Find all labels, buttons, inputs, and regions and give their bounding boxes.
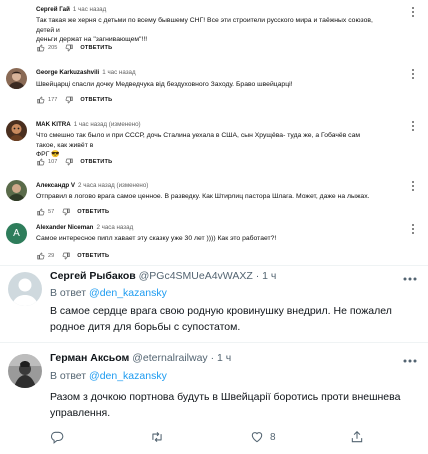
youtube-comments-section: Сергей Гай 1 час назад Так такая же херня… [0, 0, 428, 264]
tweet-actions: 8 [50, 430, 396, 446]
more-options-icon[interactable] [410, 120, 416, 132]
tweet-author-handle[interactable]: @eternalrailway [132, 352, 207, 364]
tweet-text: В самое сердце врага свою родную кровину… [50, 303, 412, 335]
more-options-icon[interactable] [410, 6, 416, 18]
avatar[interactable] [8, 354, 42, 388]
more-options-icon[interactable] [402, 276, 418, 282]
comment-text-line: Что смешно так было и при СССР, дочь Ста… [36, 132, 361, 149]
reply-to-mention[interactable]: @den_kazansky [89, 370, 167, 382]
tweet-header: Сергей Рыбаков @PGc4SMUeA4vWAXZ · 1 ч [50, 270, 276, 282]
tweet-author-name[interactable]: Сергей Рыбаков [50, 270, 136, 282]
like-action[interactable]: 8 [250, 430, 276, 444]
like-icon[interactable] [36, 96, 45, 105]
reply-context: В ответ @den_kazansky [50, 287, 167, 299]
like-icon[interactable] [36, 208, 45, 217]
like-icon[interactable] [36, 252, 45, 261]
comment-text: Швейцарці спасли дочку Медведчука від бе… [36, 80, 374, 90]
avatar[interactable] [8, 272, 42, 306]
reply-action[interactable] [50, 430, 64, 444]
comment-time[interactable]: 2 часа назад [96, 224, 133, 231]
more-options-icon[interactable] [402, 358, 418, 364]
tweet-text: Разом з дочкою портнова будуть в Швейцар… [50, 389, 412, 421]
more-options-icon[interactable] [410, 180, 416, 192]
dislike-icon[interactable] [61, 208, 70, 217]
avatar[interactable] [6, 120, 27, 141]
like-count: 8 [270, 431, 276, 443]
comment-text-line: Отправил в логово врага самое ценное. В … [36, 193, 370, 200]
tweet-text-line: В самое сердце врага свою родную кровину… [50, 305, 392, 317]
comment-text: Что смешно так было и при СССР, дочь Ста… [36, 131, 374, 160]
comment-actions: 57 ОТВЕТИТЬ [36, 207, 109, 217]
retweet-icon[interactable] [150, 430, 164, 444]
comment-actions: 205 ОТВЕТИТЬ [36, 43, 112, 53]
reply-icon[interactable] [50, 430, 64, 444]
comment-actions: 107 ОТВЕТИТЬ [36, 157, 112, 167]
tweet-time[interactable]: 1 ч [217, 352, 231, 364]
avatar-letter: A [13, 228, 20, 239]
dislike-icon[interactable] [64, 44, 73, 53]
dislike-icon[interactable] [61, 252, 70, 261]
separator-dot: · [255, 270, 260, 282]
tweet[interactable]: Герман Аксьом @eternalrailway · 1 ч В от… [0, 343, 428, 454]
like-icon[interactable] [36, 158, 45, 167]
comment-text: Так такая же херня с детьми по всему быв… [36, 16, 374, 45]
comment-author[interactable]: Сергей Гай [36, 6, 70, 13]
retweet-action[interactable] [150, 430, 164, 444]
comment-header: Александр V2 часа назад (изменено) [36, 182, 148, 189]
tweet-text-line: родное дитя для борьбы с супостатом. [50, 321, 241, 333]
like-count: 29 [48, 253, 55, 259]
comment-time[interactable]: 2 часа назад (изменено) [78, 182, 148, 189]
comment-time[interactable]: 1 час назад [73, 6, 106, 13]
comment-header: Сергей Гай 1 час назад [36, 6, 106, 13]
comment-header: Alexander Niceman 2 часа назад [36, 224, 133, 231]
reply-button[interactable]: ОТВЕТИТЬ [80, 45, 112, 51]
separator-dot: · [210, 352, 215, 364]
reply-button[interactable]: ОТВЕТИТЬ [77, 209, 109, 215]
comment-text: Отправил в логово врага самое ценное. В … [36, 192, 374, 202]
comment-text-line: Самое интересное пипл хавает эту сказку … [36, 235, 277, 242]
comment-text-line: Швейцарці спасли дочку Медведчука від бе… [36, 81, 293, 88]
tweet[interactable]: Сергей Рыбаков @PGc4SMUeA4vWAXZ · 1 ч В … [0, 266, 428, 342]
avatar[interactable] [6, 68, 27, 89]
like-count: 57 [48, 209, 55, 215]
tweet-author-name[interactable]: Герман Аксьом [50, 352, 129, 364]
more-options-icon[interactable] [410, 223, 416, 235]
tweet-text-line: Разом з дочкою портнова будуть в Швейцар… [50, 391, 401, 403]
avatar[interactable] [6, 180, 27, 201]
comment-actions: 29 ОТВЕТИТЬ [36, 251, 109, 261]
share-action[interactable] [350, 430, 364, 444]
reply-button[interactable]: ОТВЕТИТЬ [80, 97, 112, 103]
comment-text-line: Так такая же херня с детьми по всему быв… [36, 17, 373, 34]
share-icon[interactable] [350, 430, 364, 444]
like-icon[interactable] [36, 44, 45, 53]
like-count: 107 [48, 159, 58, 165]
comment-author[interactable]: Alexander Niceman [36, 224, 93, 231]
reply-context: В ответ @den_kazansky [50, 370, 167, 382]
like-count: 205 [48, 45, 58, 51]
comment-time[interactable]: 1 час назад [102, 69, 135, 76]
comment-header: George Karkuzashvili 1 час назад [36, 69, 136, 76]
more-options-icon[interactable] [410, 68, 416, 80]
tweet-author-handle[interactable]: @PGc4SMUeA4vWAXZ [139, 270, 253, 282]
reply-button[interactable]: ОТВЕТИТЬ [77, 253, 109, 259]
comment-author[interactable]: Александр V [36, 182, 75, 189]
avatar[interactable]: A [6, 223, 27, 244]
reply-to-mention[interactable]: @den_kazansky [89, 287, 167, 299]
comment-header: MAK KITRA 1 час назад (изменено) [36, 121, 141, 128]
tweet-time[interactable]: 1 ч [262, 270, 276, 282]
reply-prefix: В ответ [50, 287, 87, 299]
reply-button[interactable]: ОТВЕТИТЬ [80, 159, 112, 165]
comment-actions: 177 ОТВЕТИТЬ [36, 95, 112, 105]
heart-icon[interactable] [250, 430, 264, 444]
dislike-icon[interactable] [64, 96, 73, 105]
comment-author[interactable]: George Karkuzashvili [36, 69, 99, 76]
like-count: 177 [48, 97, 58, 103]
tweet-header: Герман Аксьом @eternalrailway · 1 ч [50, 352, 231, 364]
comment-text: Самое интересное пипл хавает эту сказку … [36, 234, 374, 244]
comment-time[interactable]: 1 час назад (изменено) [74, 121, 141, 128]
reply-prefix: В ответ [50, 370, 87, 382]
tweet-text-line: управлення. [50, 407, 111, 419]
dislike-icon[interactable] [64, 158, 73, 167]
comment-author[interactable]: MAK KITRA [36, 121, 71, 128]
